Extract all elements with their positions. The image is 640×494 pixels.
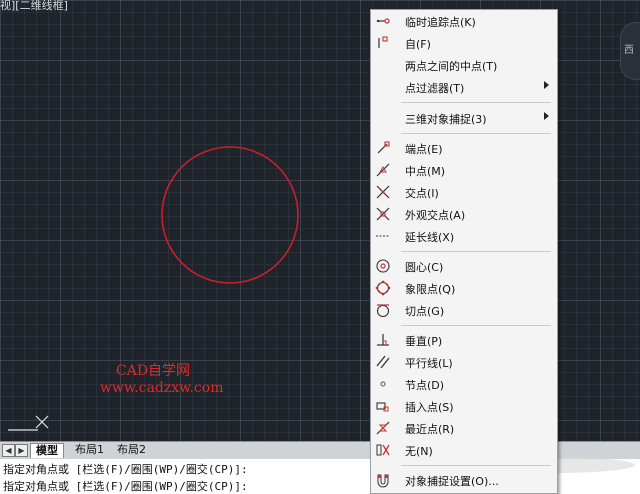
menu-label: 平行线(L) xyxy=(405,357,453,370)
perpendicular-icon xyxy=(377,334,389,346)
menu-label: 延长线(X) xyxy=(405,231,455,244)
red-circle[interactable] xyxy=(150,140,310,290)
menu-separator xyxy=(401,465,551,466)
menu-separator xyxy=(401,325,551,326)
menu-item-intersection[interactable]: 交点(I) xyxy=(371,181,557,203)
menu-separator xyxy=(401,102,551,103)
menu-item-temp-track[interactable]: 临时追踪点(K) xyxy=(371,10,557,32)
menu-item-midpoint[interactable]: 中点(M) xyxy=(371,159,557,181)
viewcube-button[interactable]: 西 xyxy=(620,22,640,80)
apparent-intersection-icon xyxy=(376,207,390,221)
menu-item-mid-between[interactable]: 两点之间的中点(T) xyxy=(371,54,557,76)
tangent-icon xyxy=(376,304,390,318)
quadrant-icon xyxy=(375,280,391,296)
menu-item-3d-snap[interactable]: 三维对象捕捉(3) xyxy=(371,107,557,129)
watermark-title: CAD自学网 xyxy=(116,363,191,379)
extension-icon xyxy=(376,235,390,237)
endpoint-icon xyxy=(377,141,390,154)
insert-icon xyxy=(376,402,389,412)
menu-label: 垂直(P) xyxy=(405,335,443,348)
menu-label: 交点(I) xyxy=(405,187,439,200)
menu-label: 自(F) xyxy=(405,38,431,51)
menu-label: 点过滤器(T) xyxy=(405,82,465,95)
menu-label: 象限点(Q) xyxy=(405,283,456,296)
menu-label: 切点(G) xyxy=(405,305,445,318)
menu-label: 圆心(C) xyxy=(405,261,444,274)
tab-next-button[interactable]: ▶ xyxy=(15,444,28,457)
tab-layout1[interactable]: 布局1 xyxy=(70,443,109,457)
menu-label: 节点(D) xyxy=(405,379,445,392)
midpoint-icon xyxy=(376,163,390,177)
temp-track-icon xyxy=(376,18,390,24)
menu-label: 两点之间的中点(T) xyxy=(405,60,498,73)
menu-item-tangent[interactable]: 切点(G) xyxy=(371,299,557,321)
viewcube-label: 西 xyxy=(624,45,634,56)
ucs-icon xyxy=(8,415,49,431)
submenu-arrow-icon xyxy=(544,112,549,120)
menu-item-endpoint[interactable]: 端点(E) xyxy=(371,137,557,159)
menu-separator xyxy=(401,251,551,252)
menu-item-nearest[interactable]: 最近点(R) xyxy=(371,417,557,439)
menu-label: 临时追踪点(K) xyxy=(405,16,476,29)
command-history-line: 指定对角点或 [栏选(F)/圈围(WP)/圈交(CP)]: xyxy=(3,463,248,476)
menu-label: 无(N) xyxy=(405,445,433,458)
menu-label: 插入点(S) xyxy=(405,401,454,414)
none-icon xyxy=(376,444,390,456)
parallel-icon xyxy=(376,355,390,369)
menu-label: 端点(E) xyxy=(405,143,443,156)
menu-label: 外观交点(A) xyxy=(405,209,466,222)
center-icon xyxy=(376,259,390,273)
menu-label: 最近点(R) xyxy=(405,423,455,436)
viewport-label[interactable]: 视][二维线框] xyxy=(0,0,68,13)
menu-item-node[interactable]: 节点(D) xyxy=(371,373,557,395)
menu-item-insert[interactable]: 插入点(S) xyxy=(371,395,557,417)
submenu-arrow-icon xyxy=(544,81,549,89)
menu-item-none[interactable]: 无(N) xyxy=(371,439,557,461)
menu-item-osnap-settings[interactable]: 对象捕捉设置(O)... xyxy=(371,469,557,491)
menu-label: 中点(M) xyxy=(405,165,446,178)
tab-layout2[interactable]: 布局2 xyxy=(112,443,151,457)
tab-model[interactable]: 模型 xyxy=(30,443,64,458)
menu-item-perpendicular[interactable]: 垂直(P) xyxy=(371,329,557,351)
menu-label: 三维对象捕捉(3) xyxy=(405,113,487,126)
magnet-icon xyxy=(377,474,389,488)
menu-item-point-filters[interactable]: 点过滤器(T) xyxy=(371,76,557,98)
menu-item-apparent-intersection[interactable]: 外观交点(A) xyxy=(371,203,557,225)
tab-prev-button[interactable]: ◀ xyxy=(2,444,15,457)
watermark-url: www.cadzxw.com xyxy=(100,380,224,396)
menu-item-quadrant[interactable]: 象限点(Q) xyxy=(371,277,557,299)
from-icon xyxy=(378,36,388,48)
intersection-icon xyxy=(376,185,390,199)
node-icon xyxy=(380,381,386,387)
menu-item-from[interactable]: 自(F) xyxy=(371,32,557,54)
osnap-context-menu: 临时追踪点(K) 自(F) 两点之间的中点(T) 点过滤器(T) 三维对象捕捉(… xyxy=(370,9,558,494)
menu-item-parallel[interactable]: 平行线(L) xyxy=(371,351,557,373)
menu-separator xyxy=(401,133,551,134)
nearest-icon xyxy=(376,421,390,435)
menu-label: 对象捕捉设置(O)... xyxy=(405,475,499,488)
menu-item-extension[interactable]: 延长线(X) xyxy=(371,225,557,247)
menu-item-center[interactable]: 圆心(C) xyxy=(371,255,557,277)
